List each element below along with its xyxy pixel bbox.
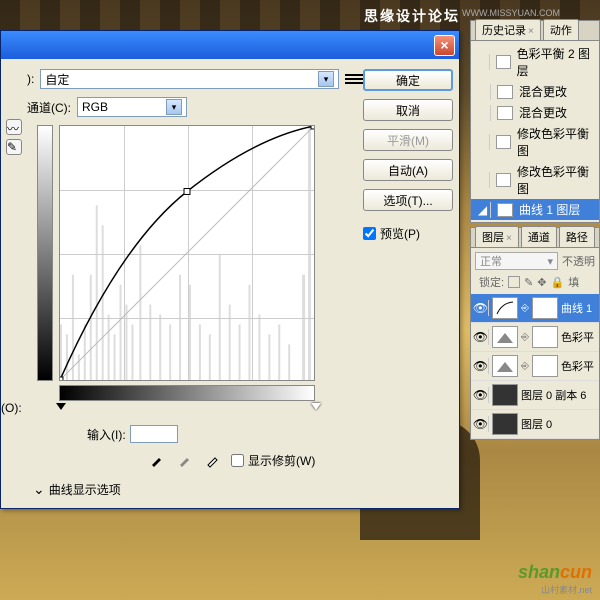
layer-thumb: [492, 384, 518, 406]
channel-label: 通道(C):: [27, 99, 71, 116]
preset-select[interactable]: 自定 ▾: [40, 69, 339, 89]
output-label: (O):: [1, 401, 22, 415]
visibility-icon[interactable]: 👁: [473, 300, 489, 316]
history-panel: 历史记录× 动作 色彩平衡 2 图层 混合更改 混合更改 修改色彩平衡图 修改色…: [470, 20, 600, 223]
visibility-icon[interactable]: 👁: [473, 358, 489, 374]
eyedropper-gray-icon[interactable]: [175, 451, 195, 469]
lock-label: 锁定:: [479, 274, 504, 290]
visibility-icon[interactable]: 👁: [473, 416, 489, 432]
layer-thumb: [492, 355, 518, 377]
eyedropper-white-icon[interactable]: [203, 451, 223, 469]
watermark: shancun 山村素材.net: [518, 562, 592, 596]
eyedropper-black-icon[interactable]: [147, 451, 167, 469]
smooth-button: 平滑(M): [363, 129, 453, 151]
layer-item[interactable]: 👁 ⎆ 曲线 1: [471, 294, 599, 323]
lock-move-icon[interactable]: ✥: [537, 276, 546, 289]
output-gradient: [37, 125, 53, 381]
auto-button[interactable]: 自动(A): [363, 159, 453, 181]
preset-menu-icon[interactable]: [345, 72, 363, 86]
layer-item[interactable]: 👁 图层 0 副本 6: [471, 381, 599, 410]
link-icon: ⎆: [521, 303, 529, 314]
lock-all-icon[interactable]: 🔒: [551, 276, 565, 289]
forum-url: WWW.MISSYUAN.COM: [462, 8, 560, 18]
cancel-button[interactable]: 取消: [363, 99, 453, 121]
tab-layers[interactable]: 图层×: [475, 226, 519, 247]
link-icon: ⎆: [521, 332, 529, 343]
preview-label: 预览(P): [380, 225, 420, 242]
layer-thumb: [492, 326, 518, 348]
forum-title: 思缘设计论坛: [364, 6, 460, 26]
lock-brush-icon[interactable]: ✎: [524, 276, 533, 289]
tab-actions[interactable]: 动作: [543, 19, 579, 40]
blend-mode-select[interactable]: 正常▾: [475, 252, 558, 270]
history-item[interactable]: 色彩平衡 2 图层: [471, 43, 599, 81]
history-item[interactable]: 混合更改: [471, 81, 599, 102]
curve-tool-icon[interactable]: 〰: [6, 119, 22, 135]
layer-item[interactable]: 👁 ⎆ 色彩平: [471, 352, 599, 381]
curves-dialog: × 〰 ✎ ): 自定 ▾ 通道(C): RGB ▾: [0, 30, 460, 509]
history-item[interactable]: 修改色彩平衡图: [471, 161, 599, 199]
preset-value: 自定: [45, 71, 69, 88]
show-clipping-checkbox[interactable]: 显示修剪(W): [231, 452, 315, 469]
layer-mask: [532, 326, 558, 348]
fill-label: 填: [568, 274, 579, 290]
history-item[interactable]: ◢曲线 1 图层: [471, 199, 599, 220]
chevron-right-icon: ⌄: [33, 481, 45, 498]
layers-panel: 图层× 通道 路径 正常▾ 不透明 锁定: ✎ ✥ 🔒 填 👁: [470, 227, 600, 440]
options-expand-label: 曲线显示选项: [49, 481, 121, 498]
tab-channels[interactable]: 通道: [521, 226, 557, 247]
lock-transparency-icon[interactable]: [508, 276, 520, 288]
chevron-down-icon[interactable]: ▾: [318, 71, 334, 87]
layer-mask: [532, 355, 558, 377]
dialog-titlebar[interactable]: ×: [1, 31, 459, 59]
pencil-tool-icon[interactable]: ✎: [6, 139, 22, 155]
visibility-icon[interactable]: 👁: [473, 329, 489, 345]
input-label: 输入(I):: [87, 426, 126, 443]
layer-mask: [532, 297, 558, 319]
history-item[interactable]: 混合更改: [471, 102, 599, 123]
chevron-down-icon[interactable]: ▾: [166, 99, 182, 115]
options-button[interactable]: 选项(T)...: [363, 189, 453, 211]
preview-checkbox[interactable]: 预览(P): [363, 225, 453, 242]
tab-paths[interactable]: 路径: [559, 226, 595, 247]
show-clipping-label: 显示修剪(W): [248, 452, 315, 469]
layer-item[interactable]: 👁 图层 0: [471, 410, 599, 439]
channel-select[interactable]: RGB ▾: [77, 97, 187, 117]
visibility-icon[interactable]: 👁: [473, 387, 489, 403]
white-point-slider[interactable]: [311, 403, 321, 415]
layer-item[interactable]: 👁 ⎆ 色彩平: [471, 323, 599, 352]
tab-history[interactable]: 历史记录×: [475, 19, 541, 40]
black-point-slider[interactable]: [56, 403, 66, 415]
curve-editor[interactable]: [37, 125, 337, 405]
link-icon: ⎆: [521, 361, 529, 372]
opacity-label: 不透明: [562, 253, 595, 269]
curve-display-options[interactable]: ⌄ 曲线显示选项: [33, 481, 363, 498]
layer-thumb: [492, 297, 518, 319]
curve-grid[interactable]: [59, 125, 315, 381]
brush-icon: ◢: [475, 202, 491, 218]
close-icon[interactable]: ×: [434, 35, 455, 56]
history-item[interactable]: 修改色彩平衡图: [471, 123, 599, 161]
channel-value: RGB: [82, 100, 108, 114]
layer-thumb: [492, 413, 518, 435]
input-gradient: [59, 385, 315, 401]
preset-label: ):: [27, 72, 34, 86]
ok-button[interactable]: 确定: [363, 69, 453, 91]
input-field[interactable]: [130, 425, 178, 443]
